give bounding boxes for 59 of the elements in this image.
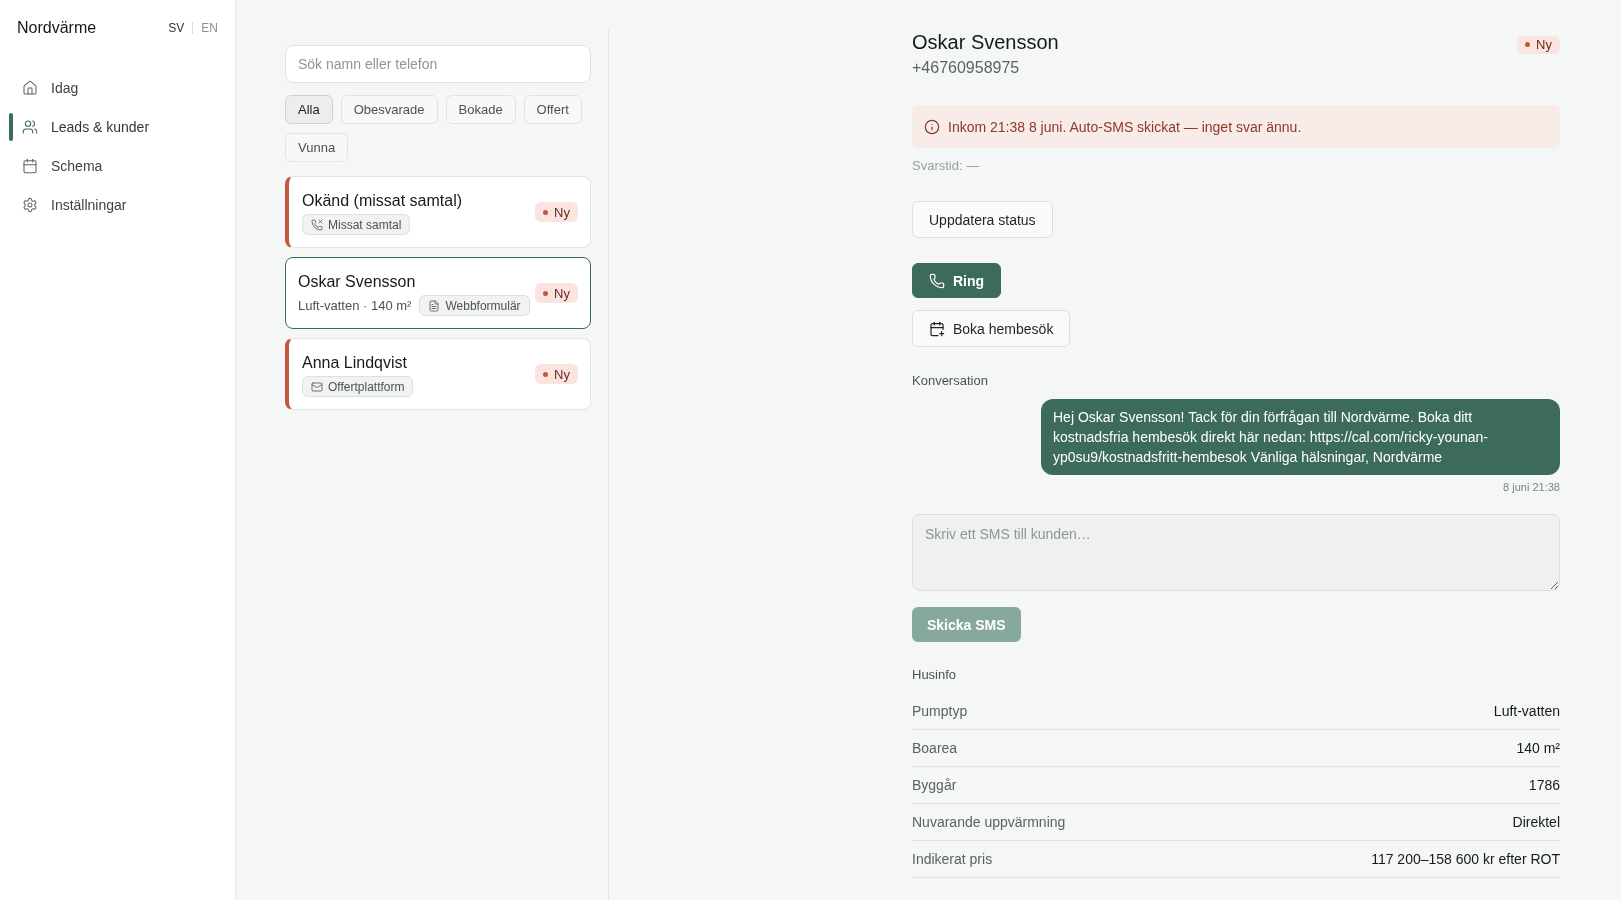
message-time: 8 juni 21:38	[1503, 480, 1560, 495]
lead-card[interactable]: Oskar Svensson Luft-vatten · 140 m² Webbformulär Ny	[285, 257, 591, 329]
lead-card[interactable]: Okänd (missat samtal) Missat samtal Ny	[285, 176, 591, 248]
info-icon	[924, 118, 940, 135]
calendar-icon	[22, 157, 38, 174]
info-value: Luft-vatten	[1493, 702, 1560, 721]
customer-phone: +46760958975	[912, 58, 1021, 78]
users-icon	[22, 118, 38, 135]
status-label: Ny	[1536, 38, 1552, 51]
lead-name: Okänd (missat samtal)	[302, 191, 463, 211]
conversation-heading: Konversation	[912, 372, 989, 390]
search-field[interactable]: Sök namn eller telefon	[285, 45, 591, 83]
active-indicator	[9, 112, 13, 141]
lead-card[interactable]: Anna Lindqvist Offertplattform Ny	[285, 338, 591, 410]
filter-chip[interactable]: Alla	[285, 95, 333, 124]
status-label: Ny	[554, 286, 570, 300]
status-label: Ny	[554, 205, 570, 219]
nav-item[interactable]: Idag	[9, 68, 226, 107]
customer-name: Oskar Svensson	[912, 30, 1059, 55]
document-icon	[428, 299, 441, 312]
source-label: Webbformulär	[445, 297, 521, 315]
sms-input[interactable]: Skriv ett SMS till kunden…	[912, 514, 1560, 591]
nav-item[interactable]: Leads & kunder	[9, 107, 226, 146]
filter-chip[interactable]: Bokade	[445, 95, 516, 124]
info-label: Boarea	[912, 739, 958, 758]
filter-chip[interactable]: Vunna	[285, 133, 349, 162]
source-label: Offertplattform	[328, 378, 405, 396]
action-button[interactable]: Ring	[912, 263, 1002, 298]
phone-x-icon	[311, 218, 323, 231]
message-bubble: Hej Oskar Svensson! Tack för din förfrågan till Nordvärme. Boka ditt kostnadsfria hembesök direkt här nedan: https://cal.com/ricky-younan-yp0su9/kostnadsfritt-hembesok Vänliga hälsningar, Nordvärme	[1041, 399, 1560, 475]
brand-name: Nordvärme	[17, 18, 97, 38]
home-icon	[22, 79, 38, 96]
house-info-heading: Husinfo	[912, 666, 958, 684]
source-label: Missat samtal	[328, 216, 402, 234]
lead-name: Oskar Svensson	[298, 272, 417, 292]
response-time: Svarstid: —	[912, 157, 981, 175]
alert-text: Inkom 21:38 8 juni. Auto-SMS skickat — inget svar ännu.	[948, 117, 1302, 137]
calendar-plus-icon	[929, 320, 945, 337]
nav-item[interactable]: Schema	[9, 146, 226, 185]
language-option[interactable]: SV	[168, 20, 185, 36]
phone-icon	[929, 272, 945, 289]
filter-chip[interactable]: Offert	[523, 95, 582, 124]
info-label: Indikerat pris	[912, 850, 993, 869]
action-button[interactable]: Boka hembesök	[912, 310, 1071, 347]
nav-item[interactable]: Inställningar	[9, 185, 226, 224]
action-button[interactable]: Uppdatera status	[912, 201, 1053, 238]
info-label: Byggår	[912, 776, 957, 795]
lead-details: Luft-vatten · 140 m²	[298, 296, 412, 315]
info-value: Direktel	[1512, 813, 1560, 832]
info-value: 1786	[1528, 776, 1560, 795]
status-label: Ny	[554, 367, 570, 381]
filter-chip[interactable]: Obesvarade	[340, 95, 438, 124]
settings-icon	[22, 196, 38, 213]
info-value: 140 m²	[1516, 739, 1560, 758]
info-label: Pumptyp	[912, 702, 968, 721]
info-label: Nuvarande uppvärmning	[912, 813, 1066, 832]
lead-name: Anna Lindqvist	[302, 353, 408, 373]
envelope-icon	[311, 380, 323, 393]
info-value: 117 200–158 600 kr efter ROT	[1371, 850, 1560, 869]
